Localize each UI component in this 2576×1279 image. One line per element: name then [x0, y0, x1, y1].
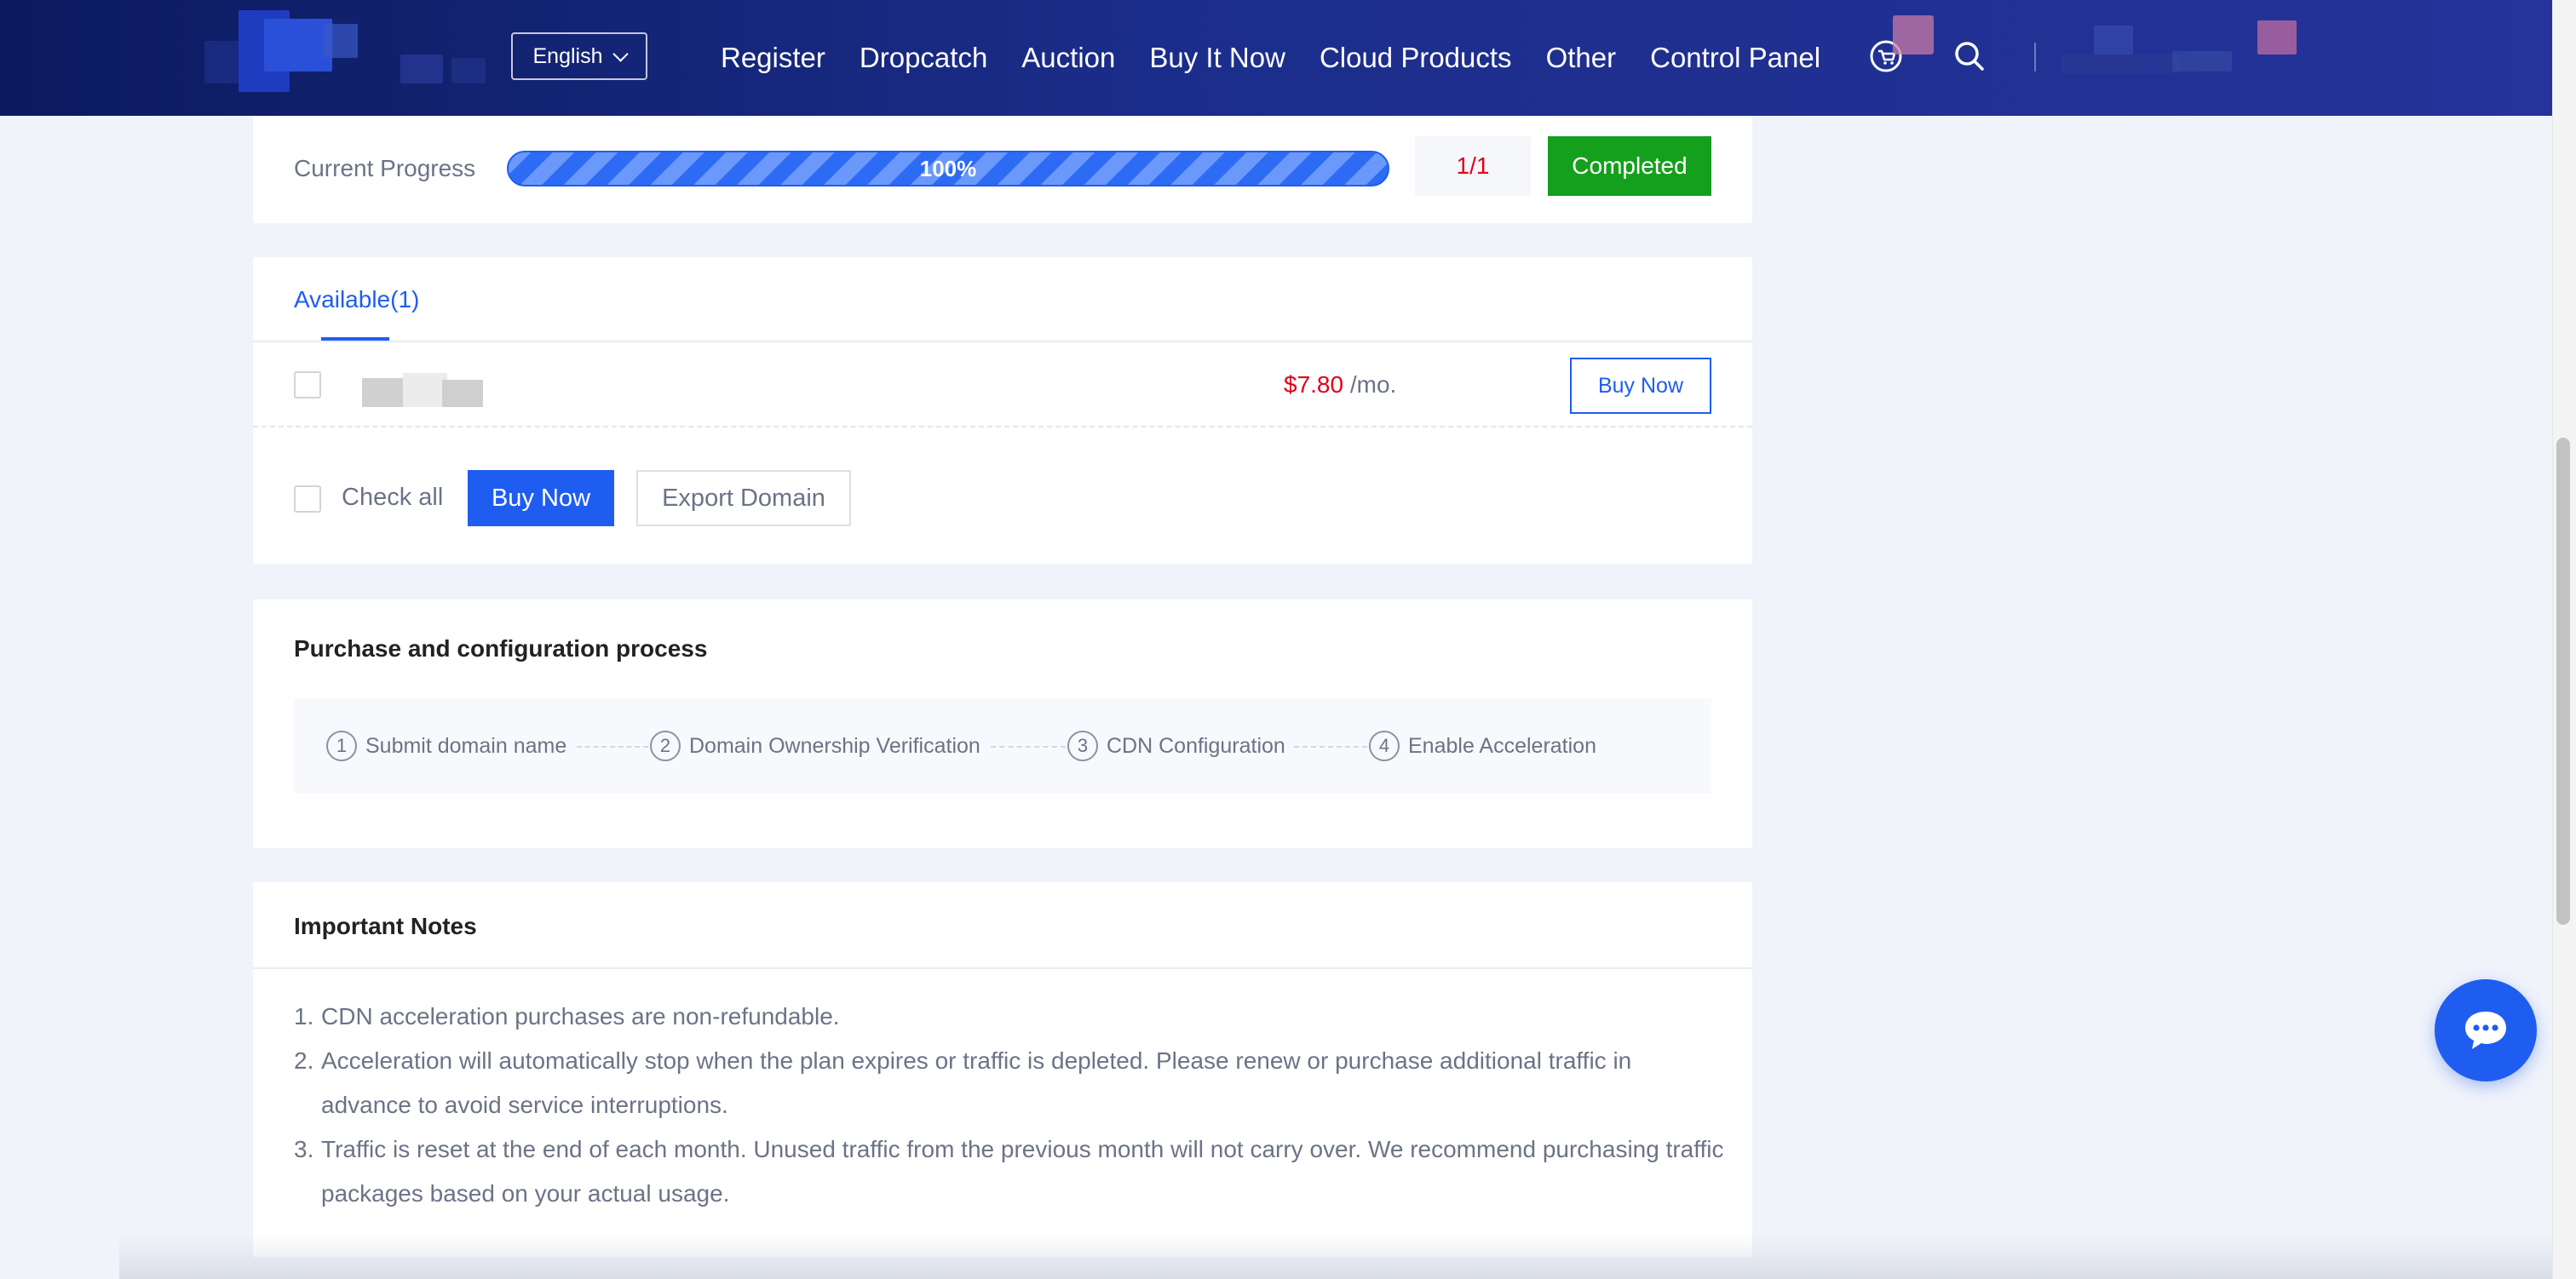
notes-divider — [253, 967, 1752, 969]
notes-card: Important Notes 1. CDN acceleration purc… — [253, 882, 1752, 1257]
note-item: 2. Acceleration will automatically stop … — [294, 1039, 1725, 1127]
nav-control-panel[interactable]: Control Panel — [1650, 42, 1820, 74]
step-connector — [1294, 746, 1367, 748]
price-amount: $7.80 — [1284, 371, 1344, 398]
row-buy-now-button[interactable]: Buy Now — [1570, 358, 1711, 414]
language-label: English — [532, 43, 603, 68]
chat-icon — [2465, 1012, 2506, 1049]
tab-available[interactable]: Available(1) — [294, 286, 419, 313]
step-label: CDN Configuration — [1107, 733, 1285, 758]
step-number: 1 — [326, 731, 357, 761]
note-item: 1. CDN acceleration purchases are non-re… — [294, 995, 1725, 1039]
status-badge: Completed — [1548, 136, 1711, 196]
bottom-shadow — [119, 1235, 2552, 1279]
table-row: $7.80 /mo. Buy Now — [253, 342, 1752, 427]
note-number: 3. — [294, 1136, 314, 1162]
progress-count: 1/1 — [1415, 136, 1531, 196]
step-connector — [577, 746, 648, 748]
language-select[interactable]: English — [511, 32, 647, 80]
note-text: Traffic is reset at the end of each mont… — [321, 1136, 1724, 1207]
step-number: 3 — [1067, 731, 1098, 761]
nav-buy-it-now[interactable]: Buy It Now — [1149, 42, 1285, 74]
check-all-checkbox[interactable] — [294, 485, 321, 513]
process-card: Purchase and configuration process 1 Sub… — [253, 599, 1752, 848]
main-nav: Register Dropcatch Auction Buy It Now Cl… — [721, 0, 1854, 116]
nav-dropcatch[interactable]: Dropcatch — [860, 42, 987, 74]
top-nav: English Register Dropcatch Auction Buy I… — [0, 0, 2552, 116]
chevron-down-icon — [612, 45, 629, 62]
step-4: 4 Enable Acceleration — [1369, 729, 1596, 763]
step-1: 1 Submit domain name — [326, 729, 566, 763]
buy-now-button[interactable]: Buy Now — [468, 470, 614, 526]
logo[interactable] — [204, 7, 494, 100]
progress-percent: 100% — [919, 155, 977, 181]
price-unit: /mo. — [1349, 371, 1397, 398]
note-item: 3. Traffic is reset at the end of each m… — [294, 1127, 1725, 1216]
step-number: 2 — [650, 731, 681, 761]
process-steps: 1 Submit domain name 2 Domain Ownership … — [294, 698, 1711, 794]
step-connector — [991, 746, 1066, 748]
search-icon[interactable] — [1951, 37, 1988, 75]
row-checkbox[interactable] — [294, 371, 321, 399]
step-3: 3 CDN Configuration — [1067, 729, 1285, 763]
note-number: 2. — [294, 1047, 314, 1074]
step-label: Domain Ownership Verification — [689, 733, 980, 758]
row-price: $7.80 /mo. — [1284, 371, 1396, 399]
nav-divider — [2034, 43, 2036, 72]
step-label: Submit domain name — [365, 733, 567, 758]
user-account[interactable] — [2053, 17, 2309, 85]
process-title: Purchase and configuration process — [294, 635, 708, 662]
cart-badge — [1893, 15, 1934, 54]
note-text: CDN acceleration purchases are non-refun… — [321, 1003, 840, 1030]
note-number: 1. — [294, 1003, 314, 1030]
domain-name — [362, 373, 490, 407]
page-scrollbar[interactable] — [2552, 0, 2576, 1279]
chat-button[interactable] — [2435, 979, 2537, 1081]
available-card: Available(1) $7.80 /mo. Buy Now Check al… — [253, 257, 1752, 564]
check-all-label[interactable]: Check all — [342, 484, 443, 512]
scrollbar-thumb[interactable] — [2556, 438, 2570, 925]
progress-card: Current Progress 100% 1/1 Completed — [253, 116, 1752, 223]
step-2: 2 Domain Ownership Verification — [650, 729, 980, 763]
nav-auction[interactable]: Auction — [1021, 42, 1115, 74]
export-domain-button[interactable]: Export Domain — [636, 470, 851, 526]
note-text: Acceleration will automatically stop whe… — [321, 1047, 1632, 1118]
step-number: 4 — [1369, 731, 1400, 761]
notes-title: Important Notes — [294, 913, 477, 939]
progress-bar: 100% — [507, 151, 1389, 186]
nav-other[interactable]: Other — [1546, 42, 1617, 74]
nav-register[interactable]: Register — [721, 42, 825, 74]
progress-label: Current Progress — [294, 155, 476, 181]
nav-cloud-products[interactable]: Cloud Products — [1320, 42, 1512, 74]
step-label: Enable Acceleration — [1408, 733, 1596, 758]
